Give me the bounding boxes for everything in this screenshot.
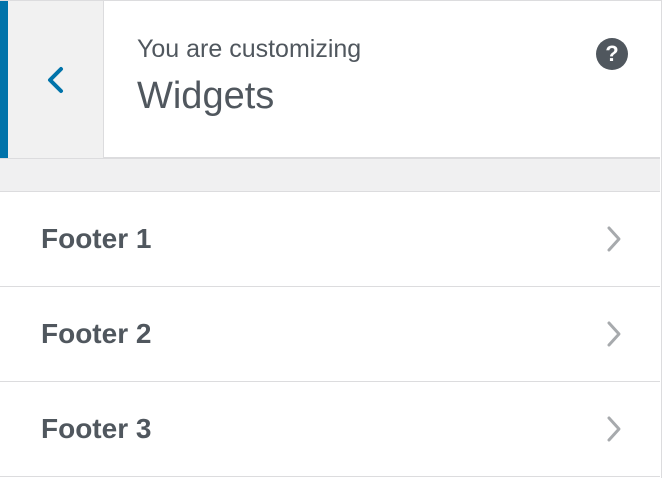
section-item-footer-2[interactable]: Footer 2 xyxy=(0,287,660,382)
back-button[interactable] xyxy=(8,1,104,158)
chevron-right-icon xyxy=(604,320,624,348)
section-item-label: Footer 3 xyxy=(41,413,152,444)
section-item-label: Footer 1 xyxy=(41,223,152,254)
section-item-label: Footer 2 xyxy=(41,318,152,349)
section-item-footer-1[interactable]: Footer 1 xyxy=(0,192,660,287)
chevron-right-icon xyxy=(604,415,624,443)
accent-bar xyxy=(0,1,8,158)
customizer-header: You are customizing Widgets ? xyxy=(0,1,660,158)
section-spacer xyxy=(0,158,660,192)
section-list: Footer 1 Footer 2 Footer 3 xyxy=(0,192,660,477)
page-title: Widgets xyxy=(137,75,275,117)
customizing-subtitle: You are customizing xyxy=(137,35,362,63)
section-item-footer-3[interactable]: Footer 3 xyxy=(0,382,660,477)
header-title-block: You are customizing Widgets xyxy=(137,31,361,121)
help-icon[interactable]: ? xyxy=(596,38,628,70)
customizer-panel: You are customizing Widgets ? Footer 1 F… xyxy=(0,0,662,478)
chevron-left-icon xyxy=(45,64,67,96)
chevron-right-icon xyxy=(604,225,624,253)
